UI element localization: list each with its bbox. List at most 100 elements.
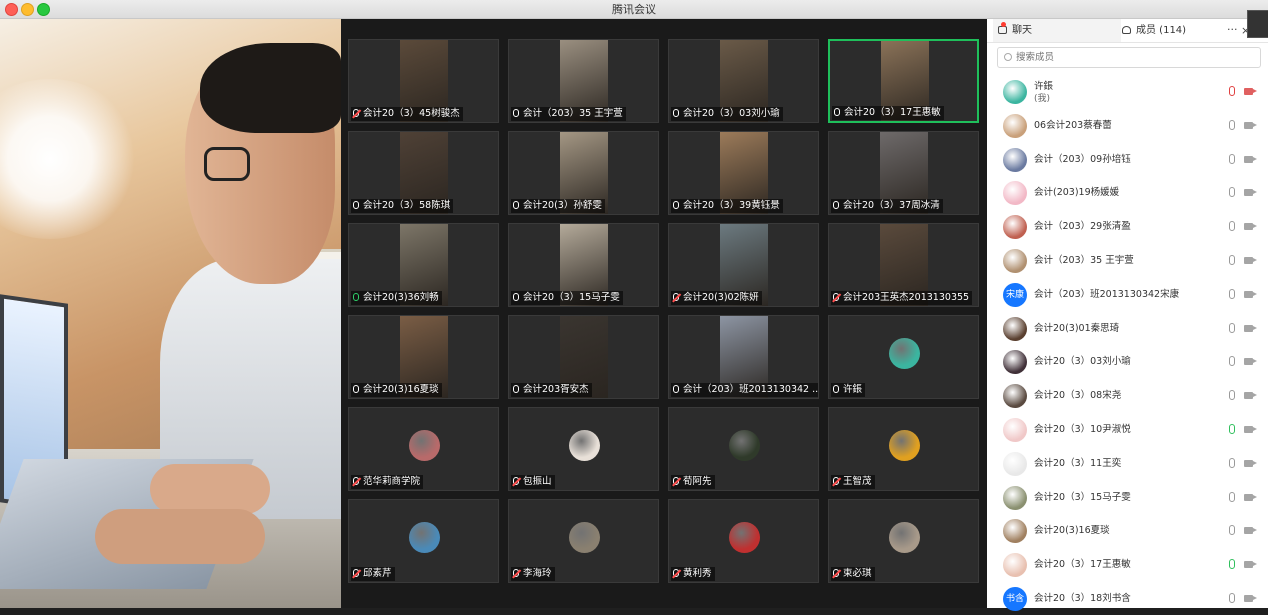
camera-icon[interactable]: [1244, 121, 1257, 129]
member-row[interactable]: 会计20(3)01秦思琦: [987, 312, 1268, 345]
mic-icon[interactable]: [1229, 221, 1235, 232]
member-row[interactable]: 会计20（3）11王奕: [987, 447, 1268, 480]
participant-tile[interactable]: 会计203胥安杰: [508, 315, 659, 399]
member-name-label: 会计（203）09孙培钰: [1034, 153, 1131, 165]
participant-name: 会计20（3）58陈琪: [351, 199, 454, 213]
participant-name: 王智茂: [831, 475, 875, 489]
member-row[interactable]: 会计20（3）10尹淑悦: [987, 413, 1268, 446]
mic-icon[interactable]: [1229, 593, 1235, 603]
member-search-input[interactable]: [1016, 49, 1252, 66]
mic-icon[interactable]: [1229, 288, 1235, 299]
camera-icon[interactable]: [1244, 426, 1257, 433]
mic-icon[interactable]: [1229, 559, 1235, 570]
participant-tile[interactable]: 会计20(3)16夏琰: [348, 315, 499, 399]
tab-chat[interactable]: 聊天: [993, 19, 1121, 42]
participant-tile[interactable]: 会计20（3）15马子雯: [508, 223, 659, 307]
mic-muted-icon[interactable]: [1229, 86, 1235, 96]
member-row[interactable]: 宋康 会计（203）班2013130342宋康: [987, 278, 1268, 311]
participant-name: 会计（203）35 王宇萱: [511, 107, 626, 121]
unread-dot: [1001, 22, 1006, 27]
camera-icon[interactable]: [1244, 155, 1257, 163]
camera-icon[interactable]: [1244, 324, 1257, 332]
member-name-label: 会计20（3）11王奕: [1034, 457, 1122, 469]
camera-off-icon[interactable]: [1244, 88, 1257, 95]
participant-tile[interactable]: 会计20（3）45树骏杰: [348, 39, 499, 123]
participant-name: 荀阿先: [671, 475, 715, 489]
camera-icon[interactable]: [1244, 392, 1257, 400]
mic-icon[interactable]: [1229, 525, 1235, 536]
participant-name-label: 范华莉商学院: [363, 476, 421, 487]
member-name-label: 许鋹: [1034, 81, 1054, 92]
camera-icon[interactable]: [1244, 189, 1257, 197]
participant-tile[interactable]: 会计20（3）17王惠敏: [828, 39, 979, 123]
mic-icon: [353, 201, 359, 209]
member-row[interactable]: 会计(203)19杨媛媛: [987, 176, 1268, 209]
mic-icon[interactable]: [1229, 424, 1235, 434]
member-row[interactable]: 会计20（3）17王惠敏: [987, 548, 1268, 581]
camera-icon[interactable]: [1244, 527, 1257, 535]
participant-tile[interactable]: 会计（203）35 王宇萱: [508, 39, 659, 123]
mic-icon[interactable]: [1229, 390, 1235, 401]
participant-tile[interactable]: 许鋹: [828, 315, 979, 399]
member-search[interactable]: [997, 47, 1261, 68]
camera-icon[interactable]: [1244, 561, 1257, 569]
participant-avatar: [409, 430, 440, 461]
member-name: 会计20（3）15马子雯: [1034, 481, 1131, 514]
participant-tile[interactable]: 邱素芹: [348, 499, 499, 583]
mic-icon[interactable]: [1229, 153, 1235, 164]
member-name-label: 会计（203）35 王宇萱: [1034, 255, 1134, 266]
participant-tile[interactable]: 黄利秀: [668, 499, 819, 583]
self-preview-thumbnail[interactable]: [1247, 10, 1268, 38]
search-icon: [1004, 53, 1012, 61]
mic-icon[interactable]: [1229, 356, 1235, 367]
mic-icon[interactable]: [1229, 491, 1235, 502]
member-row[interactable]: 会计（203）35 王宇萱: [987, 244, 1268, 277]
more-options-button[interactable]: ···: [1227, 19, 1238, 40]
active-speaker-video[interactable]: [0, 19, 341, 608]
camera-icon[interactable]: [1244, 493, 1257, 501]
participant-tile[interactable]: 束必琪: [828, 499, 979, 583]
camera-icon[interactable]: [1244, 223, 1257, 231]
member-row[interactable]: 06会计203蔡春蕾: [987, 109, 1268, 142]
member-row[interactable]: 会计20(3)16夏琰: [987, 514, 1268, 547]
participant-tile[interactable]: 王智茂: [828, 407, 979, 491]
participant-tile[interactable]: 荀阿先: [668, 407, 819, 491]
participant-tile[interactable]: 范华莉商学院: [348, 407, 499, 491]
member-avatar: [1003, 147, 1027, 172]
member-row[interactable]: 会计（203）29张清盈: [987, 210, 1268, 243]
mic-icon[interactable]: [1229, 119, 1235, 130]
member-row[interactable]: 会计20（3）15马子雯: [987, 481, 1268, 514]
member-row[interactable]: 会计20（3）08宋尧: [987, 379, 1268, 412]
participant-tile[interactable]: 会计20（3）37周冰清: [828, 131, 979, 215]
participant-tile[interactable]: 李海玲: [508, 499, 659, 583]
participant-tile[interactable]: 会计20（3）39黄钰景: [668, 131, 819, 215]
tab-members[interactable]: 成员 (114): [1122, 19, 1222, 42]
camera-icon[interactable]: [1244, 290, 1257, 298]
member-row[interactable]: 会计20（3）03刘小瑜: [987, 345, 1268, 378]
participant-name-label: 会计203王英杰2013130355: [843, 292, 970, 303]
participant-tile[interactable]: 会计20(3)02陈妍: [668, 223, 819, 307]
member-name-label: 会计20（3）18刘书含: [1034, 593, 1131, 604]
participant-tile[interactable]: 会计20（3）58陈琪: [348, 131, 499, 215]
mic-icon[interactable]: [1229, 322, 1235, 333]
mic-icon[interactable]: [1229, 457, 1235, 468]
member-row[interactable]: 会计（203）09孙培钰: [987, 143, 1268, 176]
participant-tile[interactable]: 包振山: [508, 407, 659, 491]
mic-icon[interactable]: [1229, 187, 1235, 198]
participant-name: 包振山: [511, 475, 555, 489]
participant-tile[interactable]: 会计（203）班2013130342 ...: [668, 315, 819, 399]
member-row[interactable]: 许鋹 (我): [987, 75, 1268, 108]
camera-icon[interactable]: [1244, 595, 1257, 602]
mic-icon[interactable]: [1229, 255, 1235, 265]
camera-icon[interactable]: [1244, 358, 1257, 366]
members-panel: 聊天 成员 (114) ··· × 许鋹 (我) 06会计203蔡春蕾会计（203）…: [987, 19, 1268, 611]
camera-icon[interactable]: [1244, 257, 1257, 264]
camera-icon[interactable]: [1244, 459, 1257, 467]
participant-tile[interactable]: 会计203王英杰2013130355: [828, 223, 979, 307]
member-row[interactable]: 书含 会计20（3）18刘书含: [987, 582, 1268, 615]
participant-name: 范华莉商学院: [351, 475, 424, 489]
participant-tile[interactable]: 会计20（3）03刘小瑜: [668, 39, 819, 123]
participant-tile[interactable]: 会计20(3)36刘畅: [348, 223, 499, 307]
participant-tile[interactable]: 会计20(3）孙舒雯: [508, 131, 659, 215]
member-avatar: [1003, 350, 1027, 375]
